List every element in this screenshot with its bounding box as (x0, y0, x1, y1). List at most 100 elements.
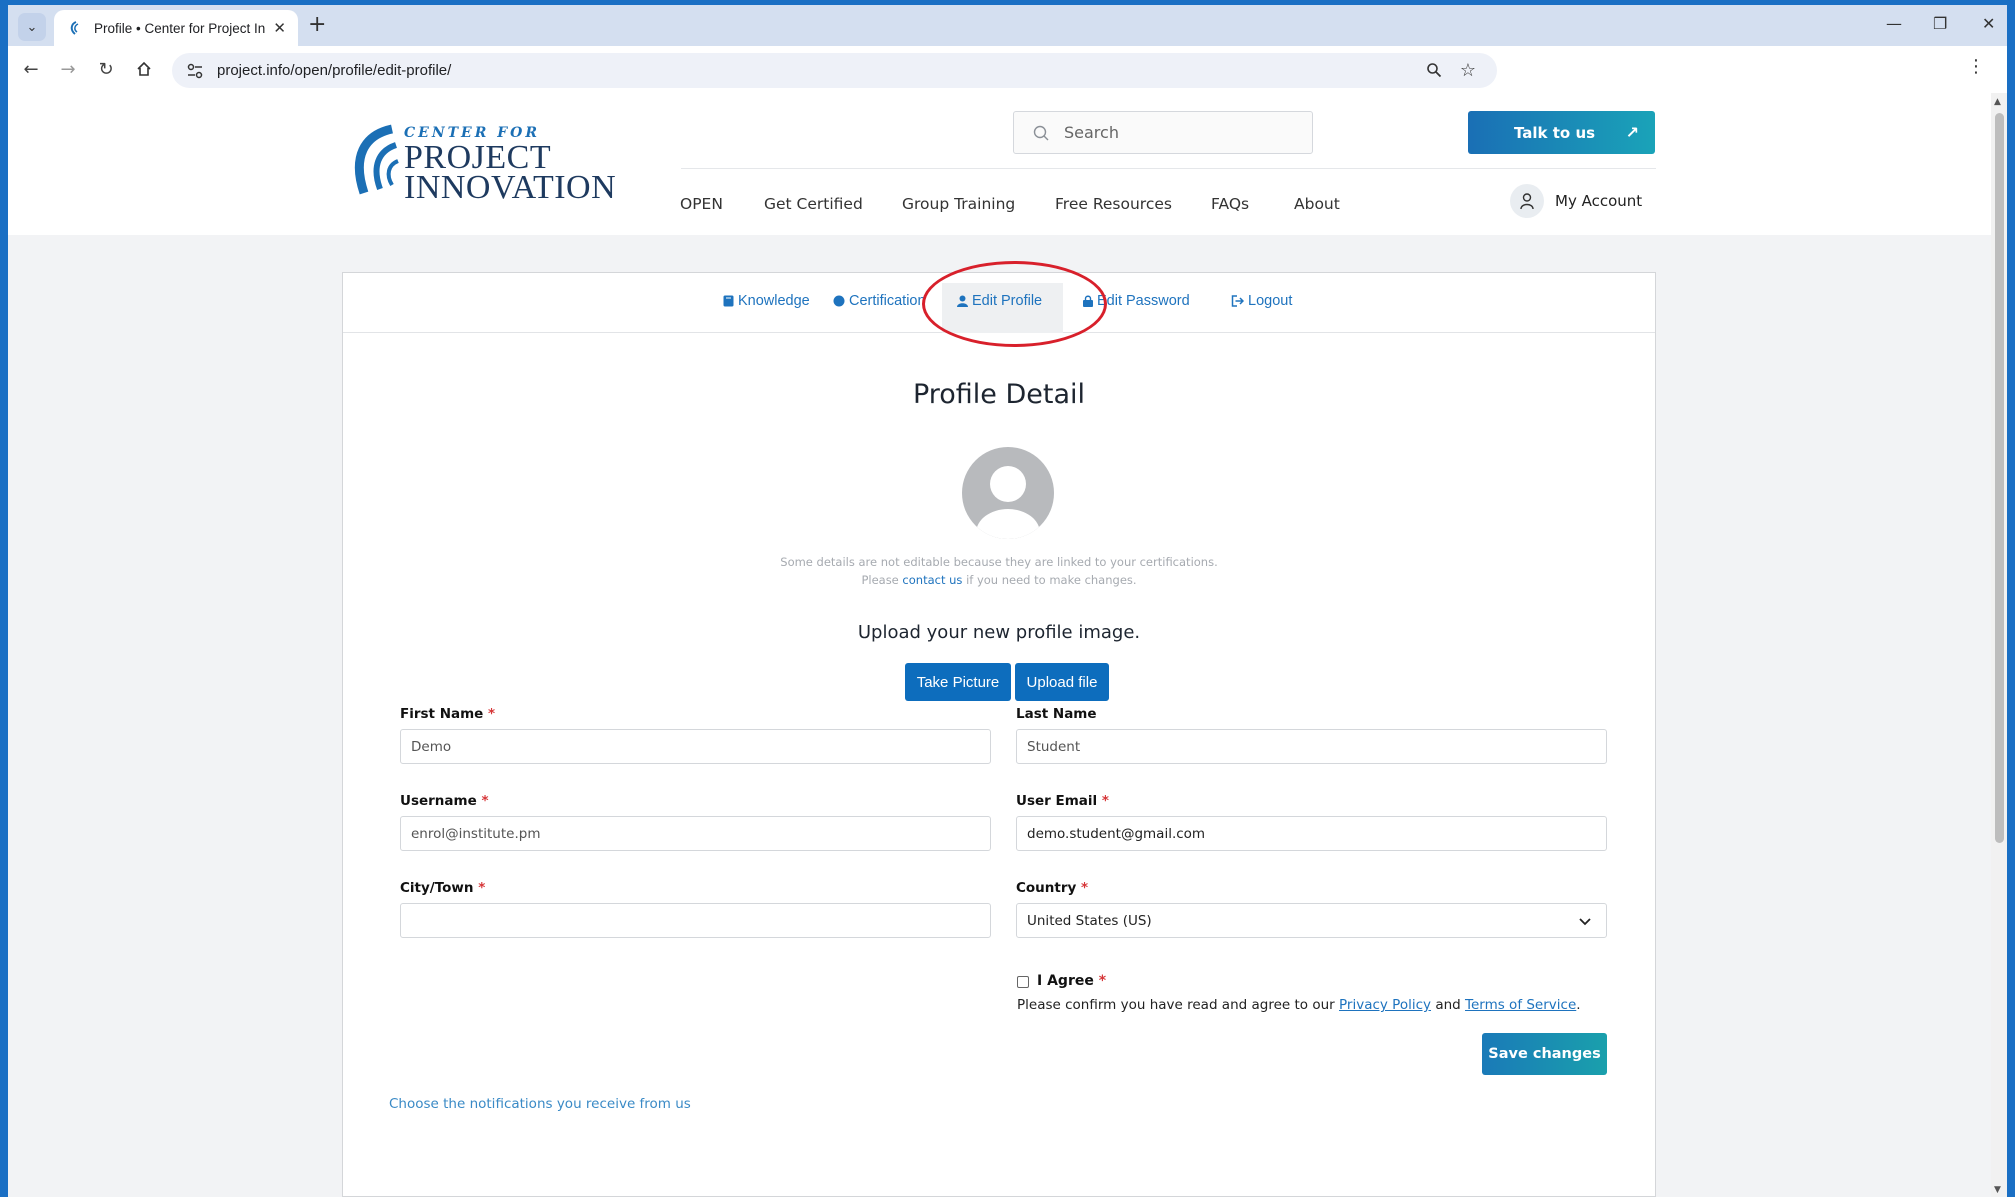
site-header: CENTER FOR PROJECT INNOVATION Search Tal… (8, 93, 1991, 235)
favicon (70, 21, 79, 35)
profile-note-line-2: Please contact us if you need to make ch… (343, 573, 1655, 587)
site-info-icon[interactable] (186, 62, 204, 80)
last-name-field[interactable]: Student (1016, 729, 1607, 764)
agree-label-text: I Agree (1037, 973, 1094, 989)
email-label: User Email * (1016, 793, 1109, 809)
profile-card: Knowledge Certification Edit Profile Edi… (342, 261, 1656, 1197)
nav-item-about[interactable]: About (1294, 195, 1340, 213)
my-account-link[interactable]: My Account (1510, 184, 1642, 218)
logo-swoosh-icon (354, 124, 399, 195)
take-picture-button[interactable]: Take Picture (905, 663, 1011, 701)
tab-edit-password-label: Edit Password (1097, 293, 1190, 309)
scroll-down-icon[interactable]: ▼ (1994, 1185, 2001, 1195)
page: CENTER FOR PROJECT INNOVATION Search Tal… (8, 93, 1991, 1197)
certificate-icon (833, 295, 845, 307)
bookmark-star-icon[interactable]: ☆ (1458, 60, 1478, 81)
email-label-text: User Email (1016, 793, 1098, 809)
country-label-text: Country (1016, 880, 1077, 896)
scroll-up-icon[interactable]: ▲ (1994, 97, 2001, 107)
agree-text: Please confirm you have read and agree t… (1017, 997, 1581, 1013)
user-icon (1510, 184, 1544, 218)
tab-knowledge-label: Knowledge (738, 293, 810, 309)
logout-icon (1231, 295, 1244, 307)
username-label: Username * (400, 793, 489, 809)
agree-end: . (1576, 997, 1581, 1013)
city-field[interactable] (400, 903, 991, 938)
tab-search-icon[interactable]: ⌄ (18, 13, 46, 41)
contact-us-link[interactable]: contact us (902, 573, 962, 587)
page-scrollbar[interactable]: ▲ ▼ (1991, 93, 2007, 1197)
country-select[interactable]: United States (US) (1016, 903, 1607, 938)
first-name-label-text: First Name (400, 706, 484, 722)
nav-item-free-resources[interactable]: Free Resources (1055, 195, 1172, 213)
tab-certification[interactable]: Certification (833, 293, 926, 309)
tab-knowledge[interactable]: Knowledge (723, 293, 810, 309)
agree-label: I Agree * (1037, 973, 1106, 989)
new-tab-icon[interactable]: + (308, 14, 326, 36)
forward-icon[interactable]: → (56, 57, 80, 81)
profile-note-line-1: Some details are not editable because th… (780, 555, 1218, 569)
last-name-label: Last Name (1016, 706, 1097, 722)
book-icon (723, 295, 734, 307)
scrollbar-thumb[interactable] (1995, 113, 2004, 843)
annotation-red-circle (922, 261, 1107, 347)
country-label: Country * (1016, 880, 1088, 896)
logo[interactable]: CENTER FOR PROJECT INNOVATION (342, 123, 622, 206)
required-marker: * (1101, 793, 1109, 809)
privacy-policy-link[interactable]: Privacy Policy (1339, 997, 1431, 1013)
first-name-field[interactable]: Demo (400, 729, 991, 764)
city-label: City/Town * (400, 880, 485, 896)
notifications-link[interactable]: Choose the notifications you receive fro… (389, 1096, 691, 1112)
nav-divider (681, 168, 1656, 169)
arrow-up-right-icon: ↗ (1625, 123, 1639, 142)
username-field[interactable]: enrol@institute.pm (400, 816, 991, 851)
search-icon (1033, 125, 1049, 141)
kebab-menu-icon[interactable]: ⋮ (1967, 56, 1985, 77)
address-bar[interactable]: project.info/open/profile/edit-profile/ … (172, 53, 1497, 88)
logo-line-2: INNOVATION (404, 169, 617, 206)
terms-of-service-link[interactable]: Terms of Service (1465, 997, 1576, 1013)
browser-tab[interactable]: Profile • Center for Project Inno ✕ (54, 10, 298, 46)
required-marker: * (478, 880, 486, 896)
nav-item-get-certified[interactable]: Get Certified (764, 195, 863, 213)
upload-title: Upload your new profile image. (857, 622, 1141, 643)
talk-to-us-label: Talk to us (1514, 123, 1596, 142)
page-title: Profile Detail (912, 379, 1086, 410)
email-field[interactable]: demo.student@gmail.com (1016, 816, 1607, 851)
note-please: Please (861, 573, 899, 587)
first-name-label: First Name * (400, 706, 495, 722)
required-marker: * (1081, 880, 1089, 896)
avatar-placeholder-icon[interactable] (962, 447, 1054, 539)
required-marker: * (1098, 973, 1107, 989)
my-account-label: My Account (1555, 192, 1643, 210)
agree-checkbox[interactable] (1017, 976, 1029, 988)
tab-certification-label: Certification (849, 293, 926, 309)
back-icon[interactable]: ← (19, 57, 43, 81)
required-marker: * (488, 706, 496, 722)
profile-tabs: Knowledge Certification Edit Profile Edi… (343, 261, 1655, 347)
tab-strip: ⌄ Profile • Center for Project Inno ✕ + … (8, 5, 2007, 46)
zoom-icon[interactable] (1424, 60, 1444, 80)
tab-title: Profile • Center for Project Inno (94, 20, 266, 36)
reload-icon[interactable]: ↻ (94, 57, 118, 81)
city-label-text: City/Town (400, 880, 474, 896)
username-label-text: Username (400, 793, 477, 809)
nav-item-faqs[interactable]: FAQs (1211, 195, 1249, 213)
talk-to-us-button[interactable]: Talk to us ↗ (1468, 111, 1655, 154)
browser-toolbar: ← → ↻ project.info/open/profile/edit-pro… (8, 46, 2007, 93)
tab-logout[interactable]: Logout (1231, 293, 1292, 309)
tab-logout-label: Logout (1248, 293, 1293, 309)
minimize-icon[interactable]: — (1886, 14, 1902, 33)
restore-icon[interactable]: ❐ (1933, 14, 1947, 33)
close-icon[interactable]: ✕ (273, 19, 286, 37)
required-marker: * (481, 793, 489, 809)
upload-file-button[interactable]: Upload file (1015, 663, 1109, 701)
nav-item-group-training[interactable]: Group Training (902, 195, 1015, 213)
browser-chrome: ⌄ Profile • Center for Project Inno ✕ + … (8, 5, 2007, 93)
nav-item-open[interactable]: OPEN (680, 195, 723, 213)
save-changes-button[interactable]: Save changes (1482, 1033, 1607, 1075)
search-input[interactable]: Search (1013, 111, 1313, 154)
window-close-icon[interactable]: ✕ (1982, 14, 1995, 33)
agree-text-before: Please confirm you have read and agree t… (1017, 997, 1335, 1013)
home-icon[interactable] (132, 57, 156, 81)
